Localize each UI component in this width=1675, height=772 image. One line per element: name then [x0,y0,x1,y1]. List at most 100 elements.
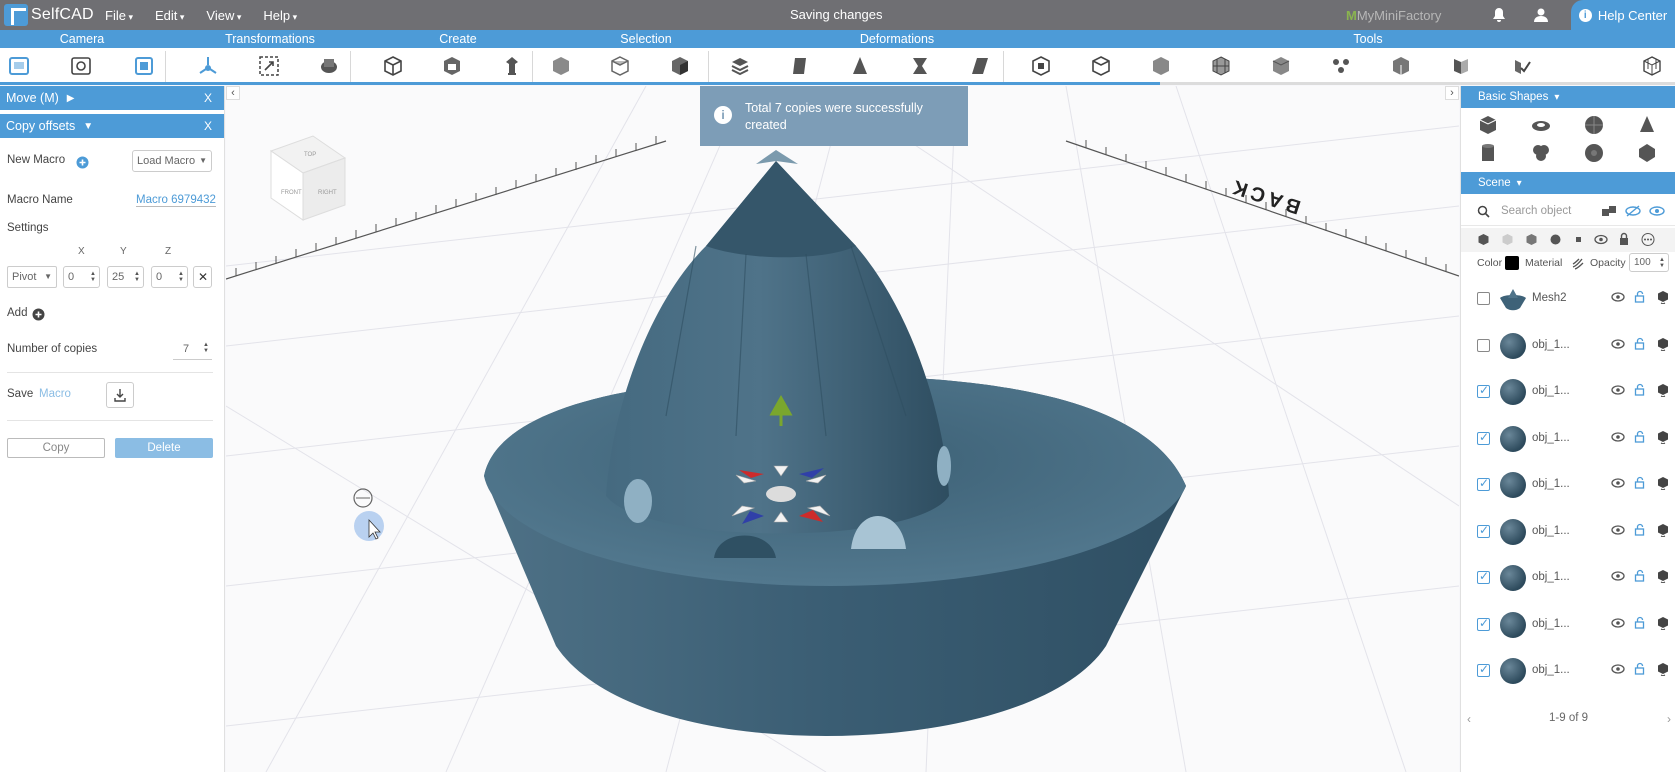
model-mesh[interactable] [484,150,1186,736]
rotate-tool-icon[interactable] [317,54,341,78]
add-macro-icon[interactable] [76,156,89,169]
object-checkbox[interactable] [1477,338,1490,352]
object-options-icon[interactable] [1657,383,1669,397]
cube-create-icon[interactable] [381,54,405,78]
stepper-icon[interactable]: ▲ ▼ [134,271,140,283]
more-options-icon[interactable] [1641,233,1655,246]
add-offset-icon[interactable] [32,308,45,321]
scene-object-row[interactable]: obj_1... [1461,509,1675,555]
knot-shape-icon[interactable] [1530,142,1552,164]
navigation-cube[interactable]: TOP FRONT RIGHT [269,135,347,221]
visibility-eye-icon[interactable] [1611,338,1625,349]
object-checkbox[interactable] [1477,569,1490,584]
object-checkbox[interactable] [1477,616,1490,631]
notification-bell-icon[interactable] [1491,7,1507,23]
material-label[interactable]: Material [1525,257,1562,269]
collapse-arrow-icon[interactable]: ▼ [83,121,93,132]
menu-help[interactable]: Help [263,8,297,23]
filter-square-icon[interactable] [1573,234,1584,245]
stepper-icon[interactable]: ▲ ▼ [90,271,96,283]
object-checkbox[interactable] [1477,383,1490,398]
copy-offsets-header[interactable]: Copy offsets ▼ X [0,114,224,138]
scene-header[interactable]: Scene [1461,172,1675,194]
pivot-select[interactable]: Pivot ▼ [7,266,57,288]
collapse-right-panel-icon[interactable]: › [1445,86,1459,100]
tool-mirror-icon[interactable] [1449,54,1473,78]
object-options-icon[interactable] [1657,569,1669,583]
unlock-icon[interactable] [1634,569,1645,582]
offset-z-input[interactable]: 0 ▲ ▼ [151,266,188,288]
user-icon[interactable] [1533,7,1549,23]
object-checkbox[interactable] [1477,662,1490,677]
myminifactory-link[interactable]: MMyMiniFactory [1346,8,1441,23]
delete-button[interactable]: Delete [115,438,213,458]
offset-x-input[interactable]: 0 ▲ ▼ [63,266,100,288]
3d-sketch-icon[interactable] [440,54,464,78]
app-logo[interactable]: SelfCAD [0,4,105,26]
object-options-icon[interactable] [1657,523,1669,537]
object-checkbox[interactable] [1477,476,1490,491]
select-object-icon[interactable] [549,54,573,78]
select-face-icon[interactable] [608,54,632,78]
filter-sphere-icon[interactable] [1549,233,1562,246]
deform-skew-icon[interactable] [968,54,992,78]
unlock-icon[interactable] [1634,383,1645,396]
select-edge-icon[interactable] [668,54,692,78]
scene-object-row[interactable]: obj_1... [1461,648,1675,694]
camera-reset-icon[interactable] [69,54,93,78]
unlock-icon[interactable] [1634,476,1645,489]
tool-wireframe-icon[interactable] [1640,54,1664,78]
visibility-icon[interactable] [1594,233,1608,246]
object-options-icon[interactable] [1657,430,1669,444]
scene-object-row[interactable]: obj_1... [1461,462,1675,508]
visibility-eye-icon[interactable] [1611,664,1625,674]
cylinder-shape-icon[interactable] [1477,142,1499,164]
stepper-icon[interactable]: ▲ ▼ [203,342,209,354]
offset-y-input[interactable]: 25 ▲ ▼ [107,266,144,288]
cone-shape-icon[interactable] [1636,114,1658,136]
object-options-icon[interactable] [1657,290,1669,304]
filter-solid-icon[interactable] [1477,233,1490,246]
hide-all-icon[interactable] [1625,204,1641,218]
tool-smooth-icon[interactable] [1269,54,1293,78]
tool-boolean-icon[interactable] [1029,54,1053,78]
lock-icon[interactable] [1618,232,1630,246]
group-icon[interactable] [1601,204,1617,218]
object-options-icon[interactable] [1657,476,1669,490]
next-page-icon[interactable]: › [1667,712,1671,726]
scene-object-row[interactable]: obj_1... [1461,416,1675,462]
scene-canvas[interactable]: BACK TOP FRONT RIGHT [226,86,1459,772]
torus-shape-icon[interactable] [1530,114,1552,136]
menu-edit[interactable]: Edit [155,8,184,23]
icosahedron-shape-icon[interactable] [1636,142,1658,164]
filter-light-icon[interactable] [1501,233,1514,246]
scene-object-row[interactable]: obj_1... [1461,369,1675,415]
object-options-icon[interactable] [1657,337,1669,351]
visibility-eye-icon[interactable] [1611,571,1625,581]
visibility-eye-icon[interactable] [1611,524,1625,535]
object-options-icon[interactable] [1657,662,1669,676]
collapse-left-panel-icon[interactable]: ‹ [226,86,240,100]
tool-hollow-icon[interactable] [1089,54,1113,78]
deform-taper-icon[interactable] [848,54,872,78]
help-center-button[interactable]: i Help Center [1571,0,1675,30]
extrude-icon[interactable] [500,54,524,78]
unlock-icon[interactable] [1634,616,1645,629]
download-macro-button[interactable] [106,382,134,408]
expand-arrow-icon[interactable]: ▶ [67,93,75,104]
scene-object-row[interactable]: Mesh2 [1461,276,1675,322]
tool-solidify-icon[interactable] [1149,54,1173,78]
tool-align-icon[interactable] [1389,54,1413,78]
3d-viewport[interactable]: BACK TOP FRONT RIGHT ‹ › i Total 7 copie… [226,86,1459,772]
visibility-eye-icon[interactable] [1611,385,1625,395]
material-icon[interactable] [1571,257,1584,270]
object-options-icon[interactable] [1657,616,1669,630]
unlock-icon[interactable] [1634,337,1645,350]
basic-shapes-header[interactable]: Basic Shapes [1461,86,1675,108]
unlock-icon[interactable] [1634,430,1645,443]
camera-view-icon[interactable] [7,54,31,78]
sphere-shape-icon[interactable] [1583,114,1605,136]
scene-object-row[interactable]: obj_1... [1461,323,1675,369]
scene-object-row[interactable]: obj_1... [1461,555,1675,601]
filter-group-icon[interactable] [1525,233,1538,246]
